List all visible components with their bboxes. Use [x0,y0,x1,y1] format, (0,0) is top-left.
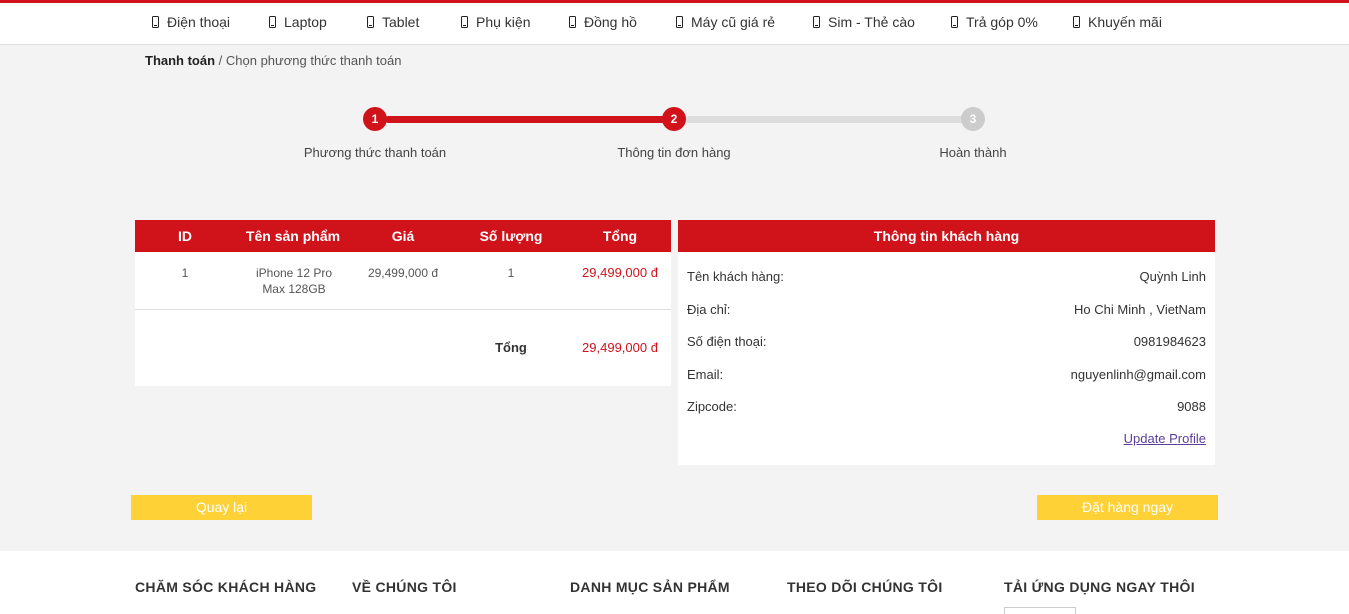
top-nav: Điện thoại Laptop Tablet Phụ kiện Đồng h… [0,0,1349,45]
back-button[interactable]: Quay lại [131,495,312,520]
phone-icon [569,16,576,28]
footer-section-title: DANH MỤC SẢN PHẨM [570,579,730,595]
nav-item-khuyen-mai[interactable]: Khuyến mãi [1073,14,1162,30]
phone-icon [152,16,159,28]
field-label: Zipcode: [687,399,737,414]
place-order-button[interactable]: Đặt hàng ngay [1037,495,1218,520]
field-value: nguyenlinh@gmail.com [1070,367,1206,382]
step-2-dot: 2 [662,107,686,131]
col-header-qty: Số lượng [479,228,543,244]
field-value: Quỳnh Linh [1139,269,1207,284]
phone-icon [269,16,276,28]
nav-item-label: Máy cũ giá rẻ [691,14,776,30]
nav-item-label: Phụ kiện [476,14,531,30]
nav-item-label: Khuyến mãi [1088,14,1162,30]
order-total-value: 29,499,000 đ [582,340,658,355]
nav-item-label: Tablet [382,14,420,30]
nav-item-label: Trả góp 0% [966,14,1038,30]
app-download-badge[interactable] [1004,607,1076,614]
cell-qty: 1 [507,266,515,280]
order-total-label: Tổng [495,340,527,355]
col-header-name: Tên sản phẩm [245,228,341,244]
nav-item-may-cu[interactable]: Máy cũ giá rẻ [676,14,775,30]
nav-item-label: Điện thoại [167,14,231,30]
nav-item-tra-gop[interactable]: Trả góp 0% [951,14,1038,30]
col-header-price: Giá [391,228,415,244]
nav-item-dien-thoai[interactable]: Điện thoại [152,14,230,30]
footer-section-title: TẢI ỨNG DỤNG NGAY THÔI [1004,579,1195,595]
breadcrumb-separator: / [215,53,226,68]
customer-info-title: Thông tin khách hàng [678,220,1215,252]
customer-field-name: Tên khách hàng: Quỳnh Linh [687,269,1206,284]
customer-field-phone: Số điện thoại: 0981984623 [687,334,1206,349]
footer: CHĂM SÓC KHÁCH HÀNG VỀ CHÚNG TÔI DANH MỤ… [0,551,1349,614]
footer-section-title: THEO DÕI CHÚNG TÔI [787,579,943,595]
product-name-line-1: iPhone 12 Pro [255,266,333,280]
order-total-row: Tổng 29,499,000 đ [135,310,671,386]
customer-info-panel: Thông tin khách hàng Tên khách hàng: Quỳn… [678,220,1215,465]
cell-id: 1 [181,266,189,280]
nav-item-phu-kien[interactable]: Phụ kiện [461,14,530,30]
nav-item-label: Sim - Thẻ cào [828,14,915,30]
field-label: Email: [687,367,724,382]
customer-field-zipcode: Zipcode: 9088 [687,399,1206,414]
breadcrumb: Thanh toán / Chọn phương thức thanh toán [145,53,401,68]
phone-icon [461,16,468,28]
nav-item-label: Đồng hồ [584,14,637,30]
footer-section-title: CHĂM SÓC KHÁCH HÀNG [135,579,317,595]
table-row: 1 iPhone 12 Pro Max 128GB 29,499,000 đ 1 … [135,252,671,310]
step-3-dot: 3 [961,107,985,131]
nav-item-dong-ho[interactable]: Đồng hồ [569,14,637,30]
phone-icon [951,16,958,28]
cell-product-name: iPhone 12 Pro Max 128GB [239,265,349,297]
customer-field-address: Địa chỉ: Ho Chi Minh , VietNam [687,302,1206,317]
field-value: Ho Chi Minh , VietNam [1074,302,1206,317]
cell-total: 29,499,000 đ [582,265,658,280]
step-2-label: Thông tin đơn hàng [617,145,731,160]
nav-item-laptop[interactable]: Laptop [269,14,327,30]
nav-item-tablet[interactable]: Tablet [367,14,419,30]
step-progress-line-done [385,116,667,123]
field-label: Địa chỉ: [687,302,731,317]
step-1-dot: 1 [363,107,387,131]
breadcrumb-sub: Chọn phương thức thanh toán [225,53,402,68]
col-header-id: ID [178,228,192,244]
field-label: Tên khách hàng: [687,269,784,284]
phone-icon [813,16,820,28]
field-value: 0981984623 [1133,334,1206,349]
order-table: ID Tên sản phẩm Giá Số lượng Tổng 1 iPho… [135,220,671,386]
nav-item-sim[interactable]: Sim - Thẻ cào [813,14,915,30]
cell-price: 29,499,000 đ [367,266,439,280]
phone-icon [1073,16,1080,28]
customer-field-email: Email: nguyenlinh@gmail.com [687,367,1206,382]
breadcrumb-current[interactable]: Thanh toán [145,53,215,68]
step-1-label: Phương thức thanh toán [303,145,447,160]
step-progress-line-pending [685,116,965,123]
phone-icon [676,16,683,28]
order-table-header: ID Tên sản phẩm Giá Số lượng Tổng [135,220,671,252]
update-profile-link[interactable]: Update Profile [1124,431,1206,446]
nav-item-label: Laptop [284,14,327,30]
footer-section-title: VỀ CHÚNG TÔI [352,579,457,595]
col-header-total: Tổng [602,228,638,244]
field-label: Số điện thoại: [687,334,767,349]
field-value: 9088 [1177,399,1206,414]
product-name-line-2: Max 128GB [262,282,326,296]
phone-icon [367,16,374,28]
step-3-label: Hoàn thành [939,145,1007,160]
